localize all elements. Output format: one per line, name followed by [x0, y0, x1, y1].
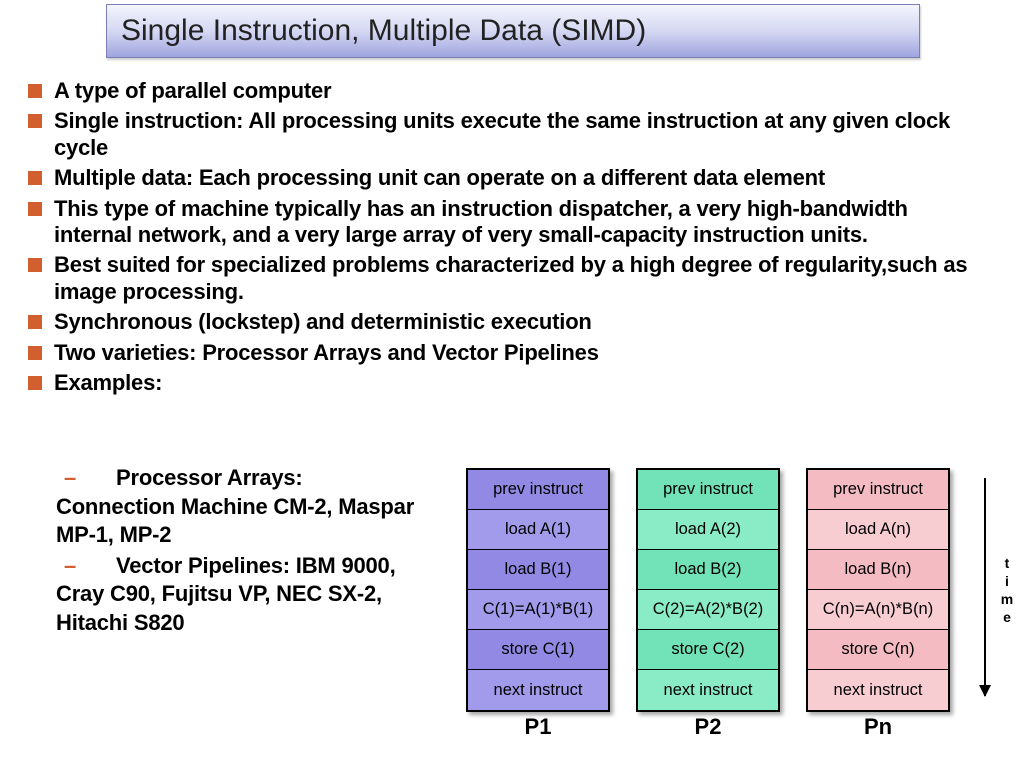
- instruction-cell: store C(2): [638, 630, 778, 670]
- instruction-cell: next instruct: [638, 670, 778, 710]
- processor-label: Pn: [864, 714, 892, 740]
- examples-sublist: –Processor Arrays: Connection Machine CM…: [56, 464, 456, 638]
- sub-body: Connection Machine CM-2, Maspar MP-1, MP…: [56, 493, 456, 550]
- instruction-cell: next instruct: [808, 670, 948, 710]
- instruction-cell: load A(n): [808, 510, 948, 550]
- instruction-cell: store C(n): [808, 630, 948, 670]
- instruction-cell: C(1)=A(1)*B(1): [468, 590, 608, 630]
- bullet-item: A type of parallel computer: [26, 78, 986, 104]
- sub-label: Processor Arrays:: [84, 465, 303, 490]
- instruction-cell: store C(1): [468, 630, 608, 670]
- instruction-cell: prev instruct: [468, 470, 608, 510]
- instruction-stack: prev instruct load A(2) load B(2) C(2)=A…: [636, 468, 780, 712]
- sub-item: –Processor Arrays: Connection Machine CM…: [56, 464, 456, 550]
- processor-column: prev instruct load A(1) load B(1) C(1)=A…: [466, 468, 610, 740]
- sub-body: Cray C90, Fujitsu VP, NEC SX-2, Hitachi …: [56, 580, 456, 637]
- instruction-cell: prev instruct: [638, 470, 778, 510]
- instruction-cell: C(2)=A(2)*B(2): [638, 590, 778, 630]
- processor-label: P2: [695, 714, 722, 740]
- instruction-cell: next instruct: [468, 670, 608, 710]
- processor-label: P1: [525, 714, 552, 740]
- instruction-cell: load A(2): [638, 510, 778, 550]
- instruction-cell: prev instruct: [808, 470, 948, 510]
- instruction-cell: load A(1): [468, 510, 608, 550]
- processor-column: prev instruct load A(2) load B(2) C(2)=A…: [636, 468, 780, 740]
- instruction-stack: prev instruct load A(n) load B(n) C(n)=A…: [806, 468, 950, 712]
- simd-diagram: prev instruct load A(1) load B(1) C(1)=A…: [466, 468, 950, 740]
- bullet-item: This type of machine typically has an in…: [26, 196, 986, 249]
- instruction-cell: C(n)=A(n)*B(n): [808, 590, 948, 630]
- bullet-item: Two varieties: Processor Arrays and Vect…: [26, 340, 986, 366]
- instruction-cell: load B(n): [808, 550, 948, 590]
- instruction-stack: prev instruct load A(1) load B(1) C(1)=A…: [466, 468, 610, 712]
- bullet-item: Single instruction: All processing units…: [26, 108, 986, 161]
- bullet-item: Synchronous (lockstep) and deterministic…: [26, 309, 986, 335]
- sub-item: –Vector Pipelines: IBM 9000, Cray C90, F…: [56, 552, 456, 638]
- dash-icon: –: [56, 464, 84, 493]
- processor-column: prev instruct load A(n) load B(n) C(n)=A…: [806, 468, 950, 740]
- instruction-cell: load B(1): [468, 550, 608, 590]
- slide-title: Single Instruction, Multiple Data (SIMD): [121, 14, 646, 48]
- time-axis-label: time: [999, 555, 1015, 627]
- time-arrow-icon: [984, 478, 986, 696]
- slide-title-bar: Single Instruction, Multiple Data (SIMD): [106, 4, 920, 58]
- instruction-cell: load B(2): [638, 550, 778, 590]
- bullet-item: Best suited for specialized problems cha…: [26, 252, 986, 305]
- dash-icon: –: [56, 552, 84, 581]
- bullet-item: Multiple data: Each processing unit can …: [26, 165, 986, 191]
- bullet-list: A type of parallel computer Single instr…: [26, 78, 986, 400]
- bullet-item: Examples:: [26, 370, 986, 396]
- sub-label: Vector Pipelines: IBM 9000,: [84, 553, 396, 578]
